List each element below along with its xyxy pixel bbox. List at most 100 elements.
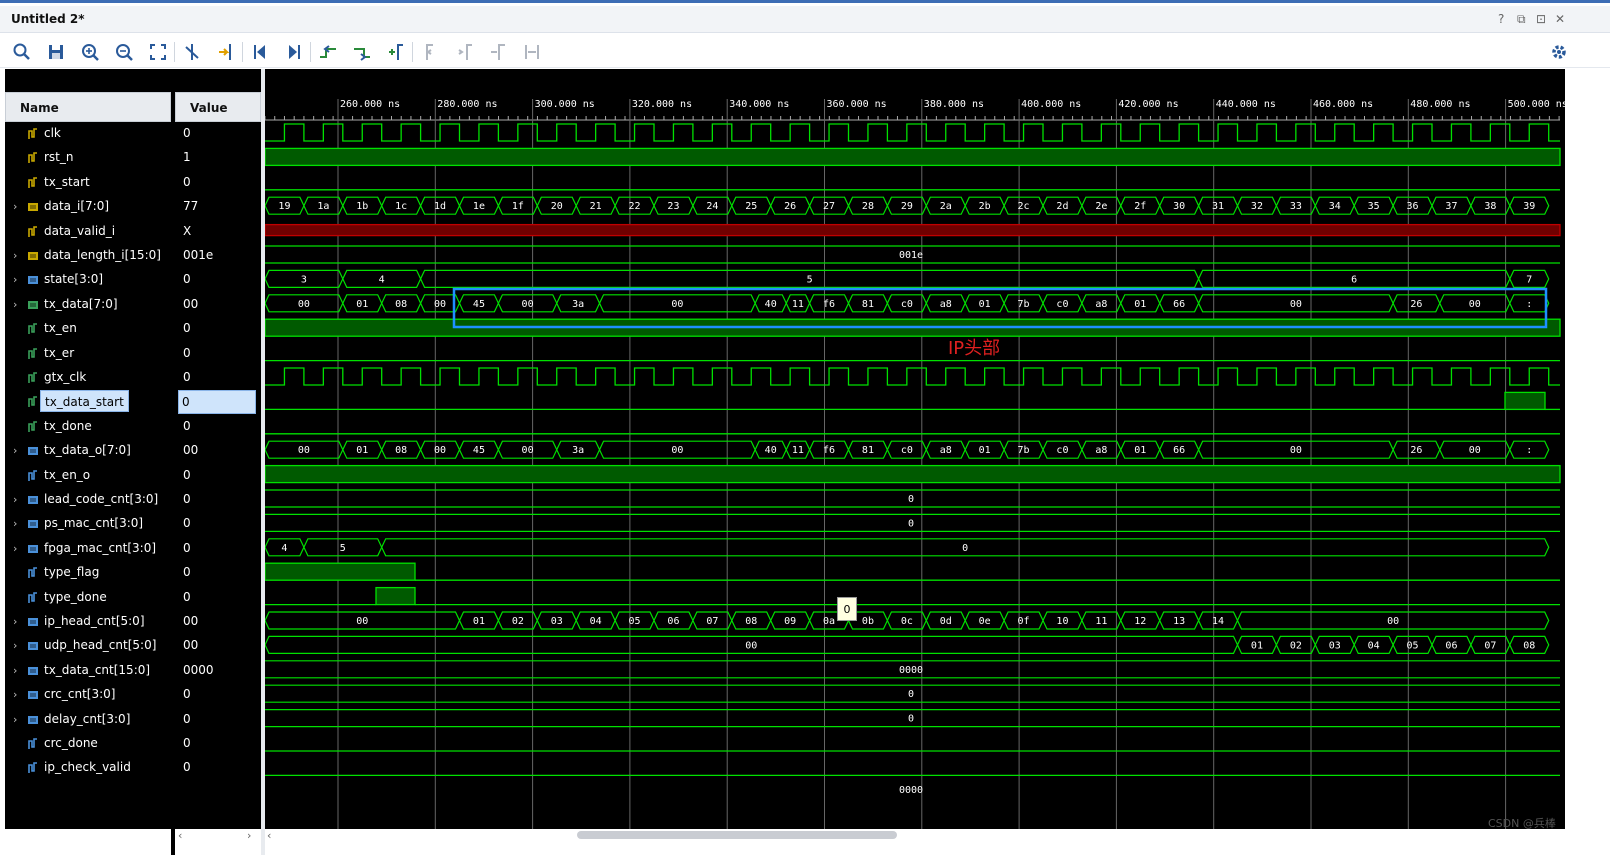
go-to-cursor-icon[interactable]	[215, 41, 237, 63]
signal-row[interactable]: › fpga_mac_cnt[3:0]	[5, 537, 171, 561]
expand-chevron-icon[interactable]: ›	[13, 713, 17, 726]
gear-icon[interactable]	[1548, 41, 1570, 63]
signal-value: 0	[183, 321, 191, 336]
expand-chevron-icon[interactable]: ›	[13, 688, 17, 701]
expand-chevron-icon[interactable]: ›	[13, 493, 17, 506]
timeline-label: 480.000 ns	[1410, 99, 1470, 110]
value-column-header[interactable]: Value	[175, 92, 261, 122]
maximize-icon[interactable]: ⊡	[1536, 12, 1546, 26]
expand-chevron-icon[interactable]: ›	[13, 249, 17, 262]
signal-row[interactable]: › ps_mac_cnt[3:0]	[5, 512, 171, 536]
signal-icon	[28, 152, 37, 164]
signal-row[interactable]: › state[3:0]	[5, 268, 171, 292]
waveform-canvas[interactable]: 260.000 ns 280.000 ns 300.000 ns 320.000 ns…	[265, 69, 1565, 829]
bus-value-label: 00	[434, 445, 446, 456]
bus-value-label: 06	[1445, 640, 1457, 651]
bus-value-label: 2e	[1095, 201, 1107, 212]
signal-row[interactable]: clk	[5, 122, 171, 146]
bus-value-label: 02	[512, 616, 524, 627]
signal-row[interactable]: type_flag	[5, 561, 171, 585]
save-icon[interactable]	[45, 41, 67, 63]
bus-value-label: 08	[395, 445, 407, 456]
expand-chevron-icon[interactable]: ›	[13, 517, 17, 530]
expand-chevron-icon[interactable]: ›	[13, 664, 17, 677]
close-icon[interactable]: ✕	[1555, 12, 1565, 26]
go-to-end-icon[interactable]	[283, 41, 305, 63]
help-icon[interactable]: ?	[1498, 12, 1504, 26]
expand-chevron-icon[interactable]: ›	[13, 542, 17, 555]
value-hscroll[interactable]: ‹ ›	[175, 829, 261, 855]
signal-row[interactable]: › lead_code_cnt[3:0]	[5, 488, 171, 512]
scroll-right-icon[interactable]: ›	[247, 829, 251, 842]
signal-row[interactable]: tx_start	[5, 171, 171, 195]
signal-row[interactable]: tx_en	[5, 317, 171, 341]
zoom-out-icon[interactable]	[113, 41, 135, 63]
signal-row[interactable]: › delay_cnt[3:0]	[5, 708, 171, 732]
signal-row[interactable]: rst_n	[5, 146, 171, 170]
signal-row[interactable]: tx_done	[5, 415, 171, 439]
signal-row[interactable]: type_done	[5, 586, 171, 610]
signal-row[interactable]: › tx_data_o[7:0]	[5, 439, 171, 463]
bus-value-label: 00	[1290, 299, 1302, 310]
cursor-delta-icon[interactable]	[521, 41, 543, 63]
bus-value-label: 10	[1056, 616, 1068, 627]
signal-icon	[28, 469, 37, 481]
bus-value-label: 02	[1290, 640, 1302, 651]
bus-value-label: 19	[278, 201, 290, 212]
search-icon[interactable]	[11, 41, 33, 63]
signal-row[interactable]: crc_done	[5, 732, 171, 756]
signal-row[interactable]: › crc_cnt[3:0]	[5, 683, 171, 707]
previous-marker-icon[interactable]	[419, 41, 441, 63]
zoom-fit-icon[interactable]	[147, 41, 169, 63]
signal-row[interactable]: tx_er	[5, 342, 171, 366]
signal-value: 0	[183, 370, 191, 384]
signal-row[interactable]: › data_i[7:0]	[5, 195, 171, 219]
bus-value-label: 11	[792, 445, 804, 456]
bus-value-label: 30	[1173, 201, 1185, 212]
expand-chevron-icon[interactable]: ›	[13, 615, 17, 628]
partial-row-label: 0000	[899, 785, 923, 796]
previous-transition-icon[interactable]	[317, 41, 339, 63]
bus-value-label: 0	[908, 518, 914, 529]
bus-value-label: 24	[706, 201, 718, 212]
bus-value-label: 29	[901, 201, 913, 212]
bus-icon	[28, 642, 38, 651]
expand-chevron-icon[interactable]: ›	[13, 639, 17, 652]
restore-icon[interactable]: ⧉	[1517, 12, 1526, 27]
expand-chevron-icon[interactable]: ›	[13, 298, 17, 311]
signal-row[interactable]: › tx_data[7:0]	[5, 293, 171, 317]
signal-row[interactable]: › tx_data_cnt[15:0]	[5, 659, 171, 683]
signal-name: data_valid_i	[44, 223, 116, 238]
scroll-left-icon[interactable]: ‹	[178, 829, 182, 842]
swap-cursors-icon[interactable]	[487, 41, 509, 63]
bus-value-label: f6	[823, 299, 835, 310]
bus-value-label: 00	[671, 299, 683, 310]
next-transition-icon[interactable]	[351, 41, 373, 63]
zoom-in-icon[interactable]	[79, 41, 101, 63]
bus-value-label: 01	[473, 616, 485, 627]
next-marker-icon[interactable]	[453, 41, 475, 63]
expand-chevron-icon[interactable]: ›	[13, 444, 17, 457]
name-column-header[interactable]: Name	[5, 92, 171, 122]
go-to-start-icon[interactable]	[249, 41, 271, 63]
expand-chevron-icon[interactable]: ›	[13, 273, 17, 286]
bus-value-label: 01	[1251, 640, 1263, 651]
bus-value-label: c0	[901, 299, 913, 310]
timeline-label: 260.000 ns	[340, 99, 400, 110]
signal-row[interactable]: data_valid_i	[5, 220, 171, 244]
expand-chevron-icon[interactable]: ›	[13, 200, 17, 213]
signal-row[interactable]: tx_data_start	[5, 390, 171, 414]
bus-value-label: 01	[1134, 445, 1146, 456]
signal-row[interactable]: › data_length_i[15:0]	[5, 244, 171, 268]
scroll-left-icon[interactable]: ‹	[267, 829, 271, 842]
signal-row[interactable]: › udp_head_cnt[5:0]	[5, 634, 171, 658]
signal-row[interactable]: › ip_head_cnt[5:0]	[5, 610, 171, 634]
cursor-icon[interactable]	[181, 41, 203, 63]
signal-row[interactable]: tx_en_o	[5, 464, 171, 488]
bus-value-label: 5	[807, 274, 813, 285]
signal-row[interactable]: ip_check_valid	[5, 756, 171, 780]
signal-row[interactable]: gtx_clk	[5, 366, 171, 390]
add-marker-icon[interactable]	[385, 41, 407, 63]
scrollbar-thumb[interactable]	[577, 831, 897, 839]
waveform-hscroll[interactable]: ‹	[265, 829, 1565, 855]
